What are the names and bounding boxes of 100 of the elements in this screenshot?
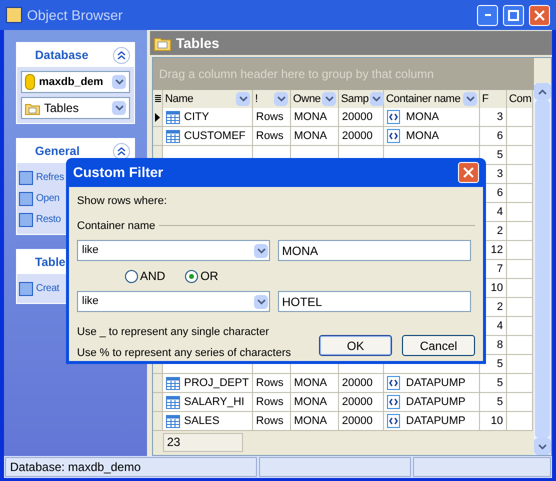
table-cell (507, 146, 533, 165)
row-indicator[interactable] (153, 108, 163, 127)
group-title: Database (35, 47, 88, 64)
table-cell: MONA (291, 412, 339, 431)
chevron-down-icon (324, 96, 334, 102)
logic-radio[interactable]: OR (185, 267, 218, 285)
container-icon (387, 395, 400, 409)
table-icon (166, 130, 180, 142)
sidebar-link[interactable]: Open (36, 191, 60, 206)
filter-button[interactable] (322, 92, 336, 106)
row-count: 23 (163, 432, 243, 452)
sidebar-link[interactable]: Creat (36, 281, 60, 296)
radio-icon[interactable] (125, 270, 138, 282)
radio-icon[interactable] (185, 270, 198, 282)
filter-button[interactable] (274, 92, 288, 106)
chevron-down-icon (114, 79, 124, 85)
dropdown-arrow-icon[interactable] (112, 75, 126, 89)
dropdown-arrow-icon[interactable] (254, 294, 268, 308)
minimize-button[interactable] (477, 4, 498, 26)
sidebar-link[interactable]: Refres (36, 170, 64, 185)
table-cell: 20000 (339, 127, 384, 146)
filter-button[interactable] (236, 92, 250, 106)
collapse-button[interactable] (113, 46, 130, 64)
hint-text: Use % to represent any series of characters (77, 346, 291, 360)
operator-combo[interactable]: like (77, 291, 270, 312)
table-cell: 6 (480, 127, 507, 146)
table-icon (166, 110, 180, 124)
table-cell (507, 184, 533, 203)
database-combo[interactable]: maxdb_dem (21, 71, 130, 93)
table-cell: CITY (163, 108, 253, 127)
table-cell (507, 317, 533, 336)
table-icon (166, 376, 180, 390)
close-button[interactable] (458, 162, 479, 183)
chevron-down-icon (114, 105, 124, 111)
action-icon (19, 282, 33, 296)
chevron-up-icon (117, 146, 126, 156)
action-icon (19, 170, 33, 184)
filter-button[interactable] (463, 92, 477, 106)
table-cell (507, 298, 533, 317)
chevron-down-icon (466, 96, 474, 102)
chevron-down-icon (256, 248, 266, 254)
ok-button[interactable]: OK (319, 335, 392, 356)
collapse-button[interactable] (113, 142, 130, 160)
folder-icon (25, 102, 40, 114)
status-text: Database: maxdb_demo (5, 457, 257, 477)
table-icon (166, 414, 180, 428)
table-cell: DATAPUMP (384, 393, 480, 412)
object-type-combo[interactable]: Tables (21, 97, 130, 119)
maximize-icon (508, 10, 519, 20)
chevron-down-icon (256, 298, 266, 304)
table-cell: MONA (291, 393, 339, 412)
field-label: Container name (77, 218, 156, 234)
table-cell (507, 260, 533, 279)
container-icon (387, 414, 400, 428)
chevron-down-icon (538, 444, 547, 450)
group-title: Table (35, 254, 66, 271)
scroll-up-button[interactable] (534, 83, 551, 100)
logic-radio[interactable]: AND (125, 267, 166, 285)
table-cell: 20000 (339, 412, 384, 431)
hint-text: Use _ to represent any single character (77, 325, 270, 340)
filter-button[interactable] (370, 92, 384, 106)
operator-combo[interactable]: like (77, 240, 270, 261)
scroll-thumb[interactable] (535, 100, 550, 438)
table-cell: MONA (291, 108, 339, 127)
maximize-button[interactable] (503, 4, 524, 26)
table-cell: 3 (480, 108, 507, 127)
container-icon (387, 110, 400, 124)
table-cell: Rows (253, 108, 291, 127)
database-icon (25, 74, 35, 90)
scrollbar[interactable] (534, 83, 551, 455)
chevron-down-icon (276, 96, 286, 102)
table-cell: DATAPUMP (384, 412, 480, 431)
table-cell: 10 (480, 412, 507, 431)
table-cell: 5 (480, 146, 507, 165)
table-cell: 20000 (339, 374, 384, 393)
dropdown-arrow-icon[interactable] (254, 244, 268, 258)
chevron-up-icon (117, 50, 126, 60)
table-cell (507, 165, 533, 184)
value-field[interactable]: MONA (278, 240, 471, 261)
table-cell: Rows (253, 127, 291, 146)
table-cell (507, 412, 533, 431)
table-cell (507, 241, 533, 260)
chevron-up-icon (538, 88, 547, 94)
current-row-icon (155, 112, 160, 122)
app-icon (6, 7, 22, 23)
scroll-down-button[interactable] (534, 438, 551, 455)
cancel-button[interactable]: Cancel (402, 335, 475, 356)
chevron-down-icon (238, 96, 248, 102)
chevron-down-icon (372, 96, 382, 102)
intro-text: Show rows where: (77, 194, 168, 209)
sidebar-link[interactable]: Resto (36, 212, 61, 227)
column-chooser-icon[interactable] (154, 95, 160, 103)
value-field[interactable]: HOTEL (278, 291, 471, 312)
close-button[interactable] (529, 4, 550, 26)
container-icon (387, 129, 400, 143)
table-cell (507, 108, 533, 127)
dropdown-arrow-icon[interactable] (112, 101, 126, 115)
table-cell (507, 393, 533, 412)
minimize-icon (484, 14, 490, 16)
window-title: Object Browser (27, 6, 124, 25)
